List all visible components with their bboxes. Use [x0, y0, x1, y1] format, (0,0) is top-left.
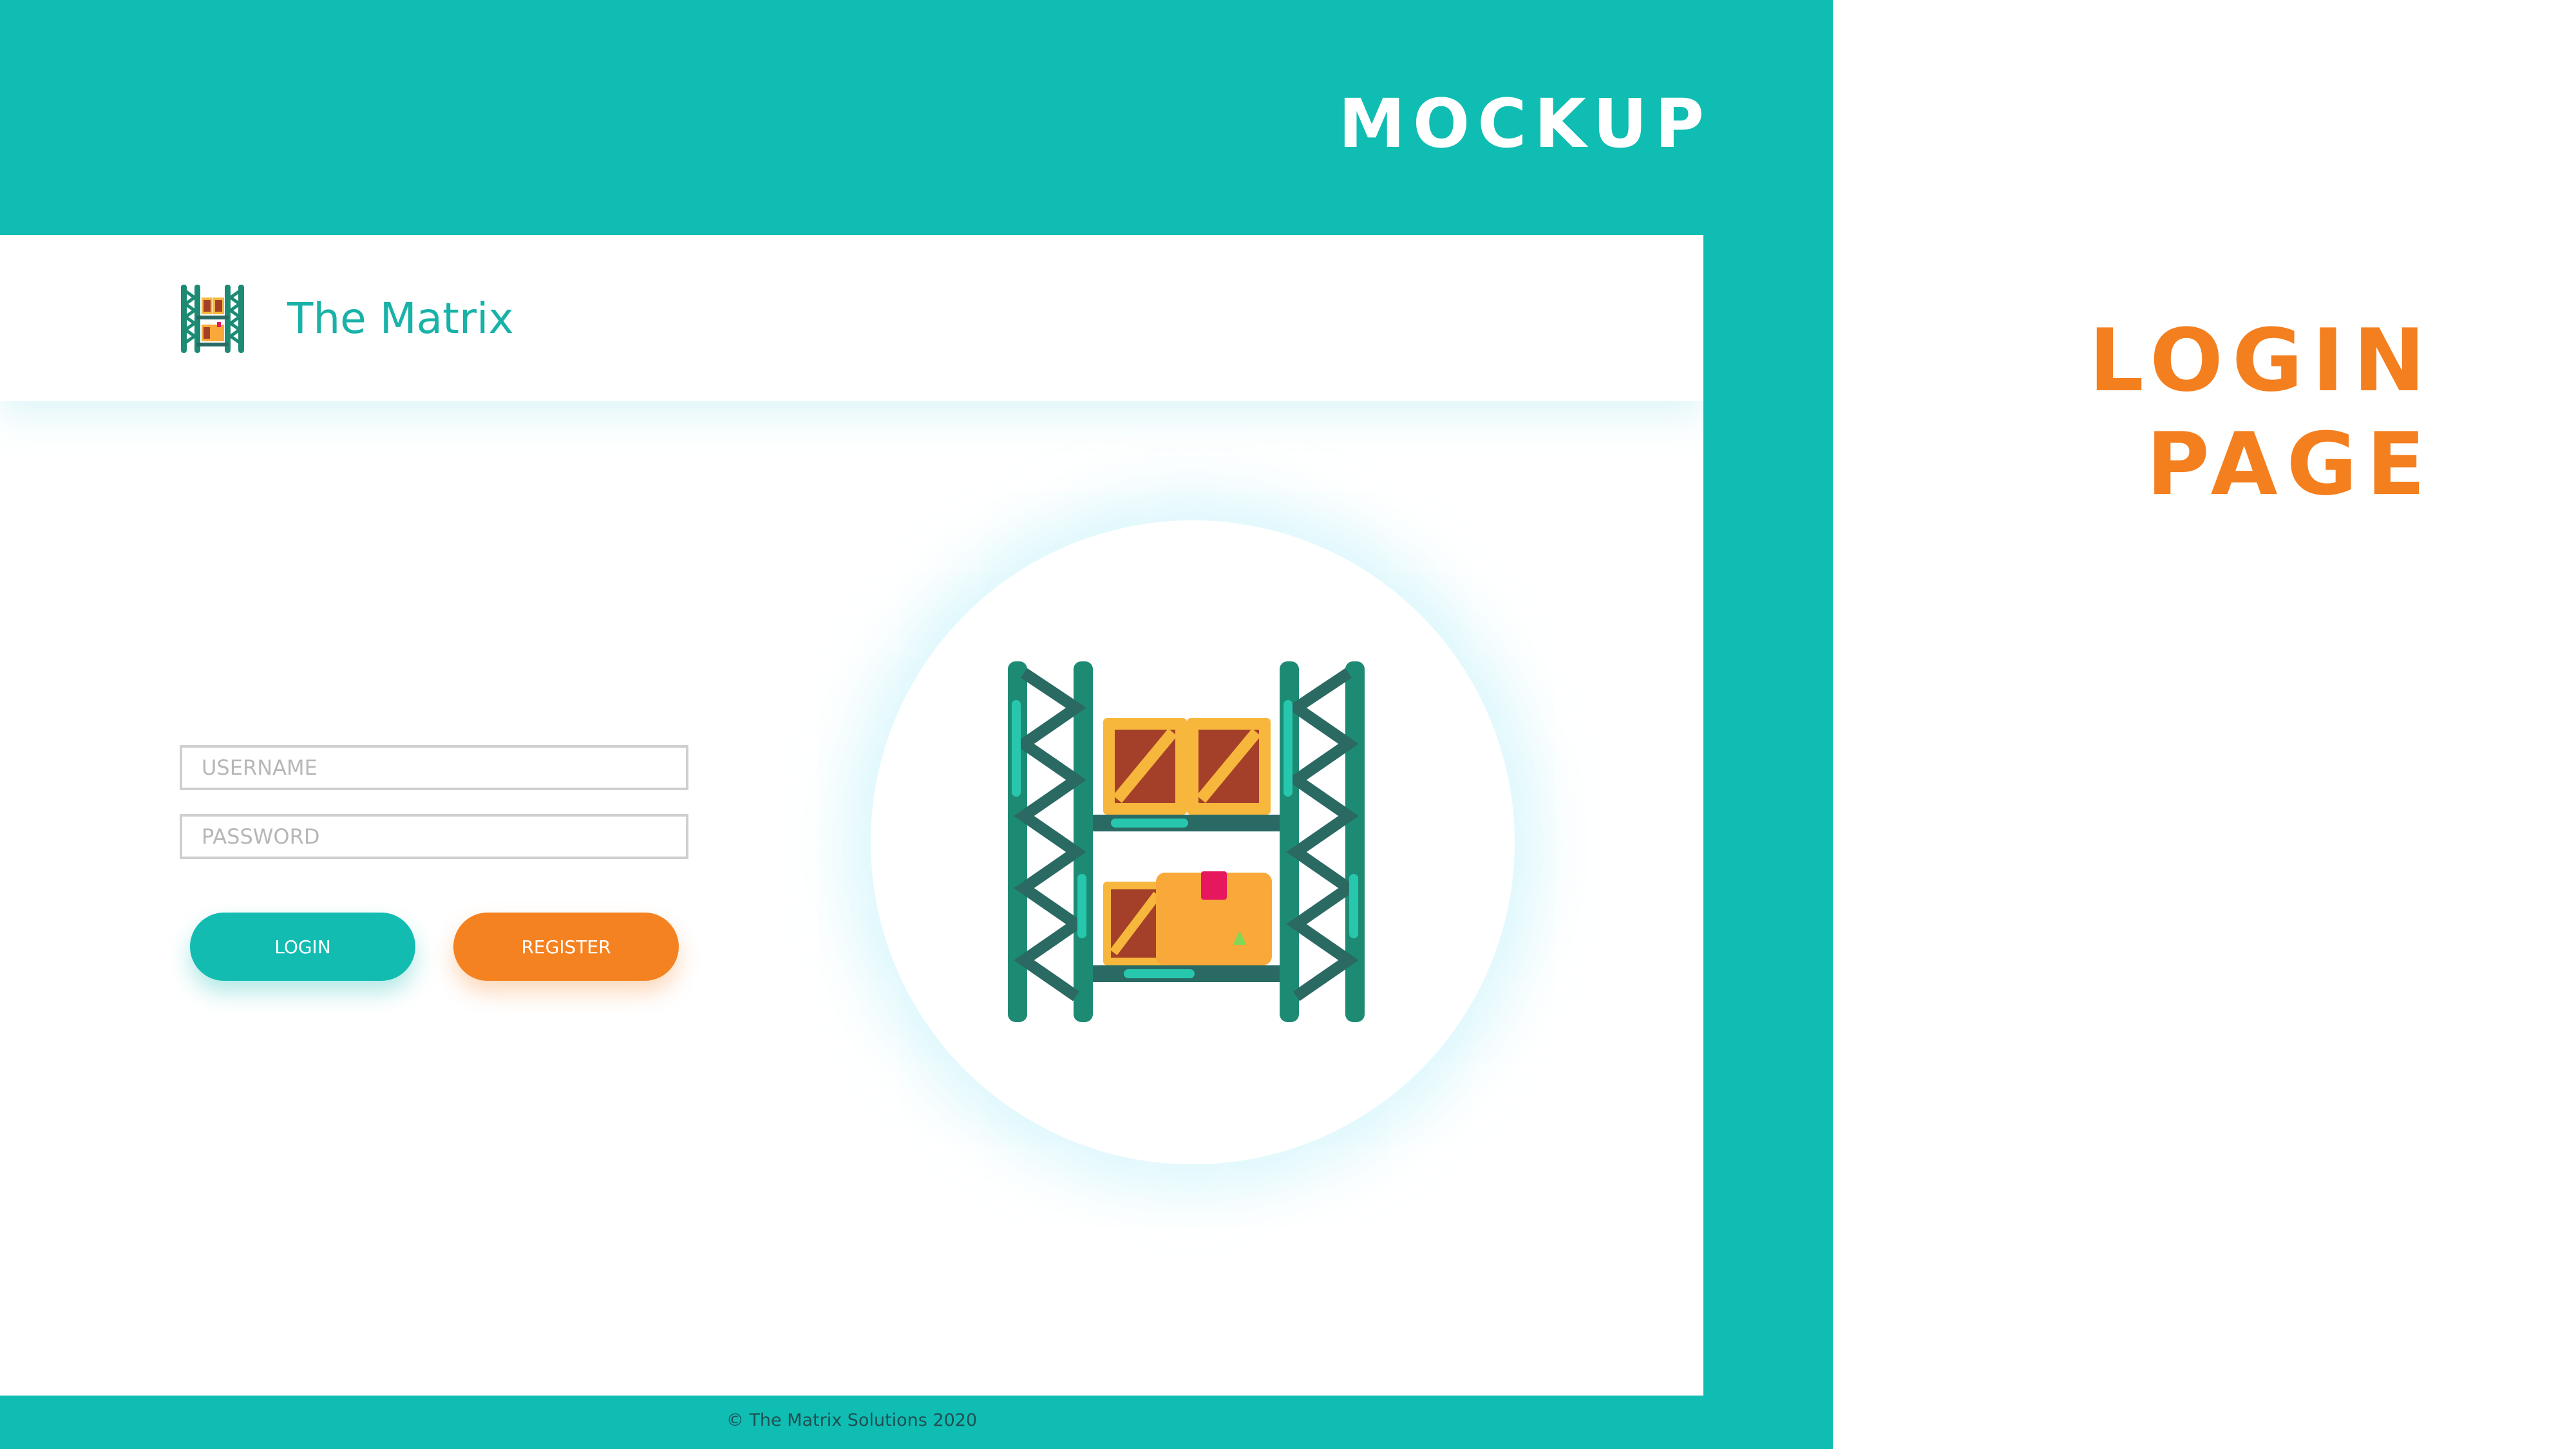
login-button[interactable]: LOGIN: [190, 913, 415, 981]
app-header: The Matrix: [0, 235, 1703, 401]
app-window: The Matrix LOGIN REGISTER: [0, 235, 1703, 1396]
brand-name: The Matrix: [287, 294, 514, 343]
footer-copyright: © The Matrix Solutions 2020: [726, 1410, 978, 1430]
warehouse-shelf-icon: [181, 285, 244, 353]
mockup-label: MOCKUP: [1338, 84, 1712, 163]
username-input[interactable]: [180, 745, 688, 790]
password-input[interactable]: [180, 814, 688, 859]
title-line-page: PAGE: [2146, 413, 2434, 515]
register-button[interactable]: REGISTER: [453, 913, 679, 981]
login-page-title: LOGIN PAGE: [2088, 309, 2434, 516]
title-line-login: LOGIN: [2088, 310, 2434, 411]
warehouse-shelf-icon: [1008, 661, 1365, 1022]
